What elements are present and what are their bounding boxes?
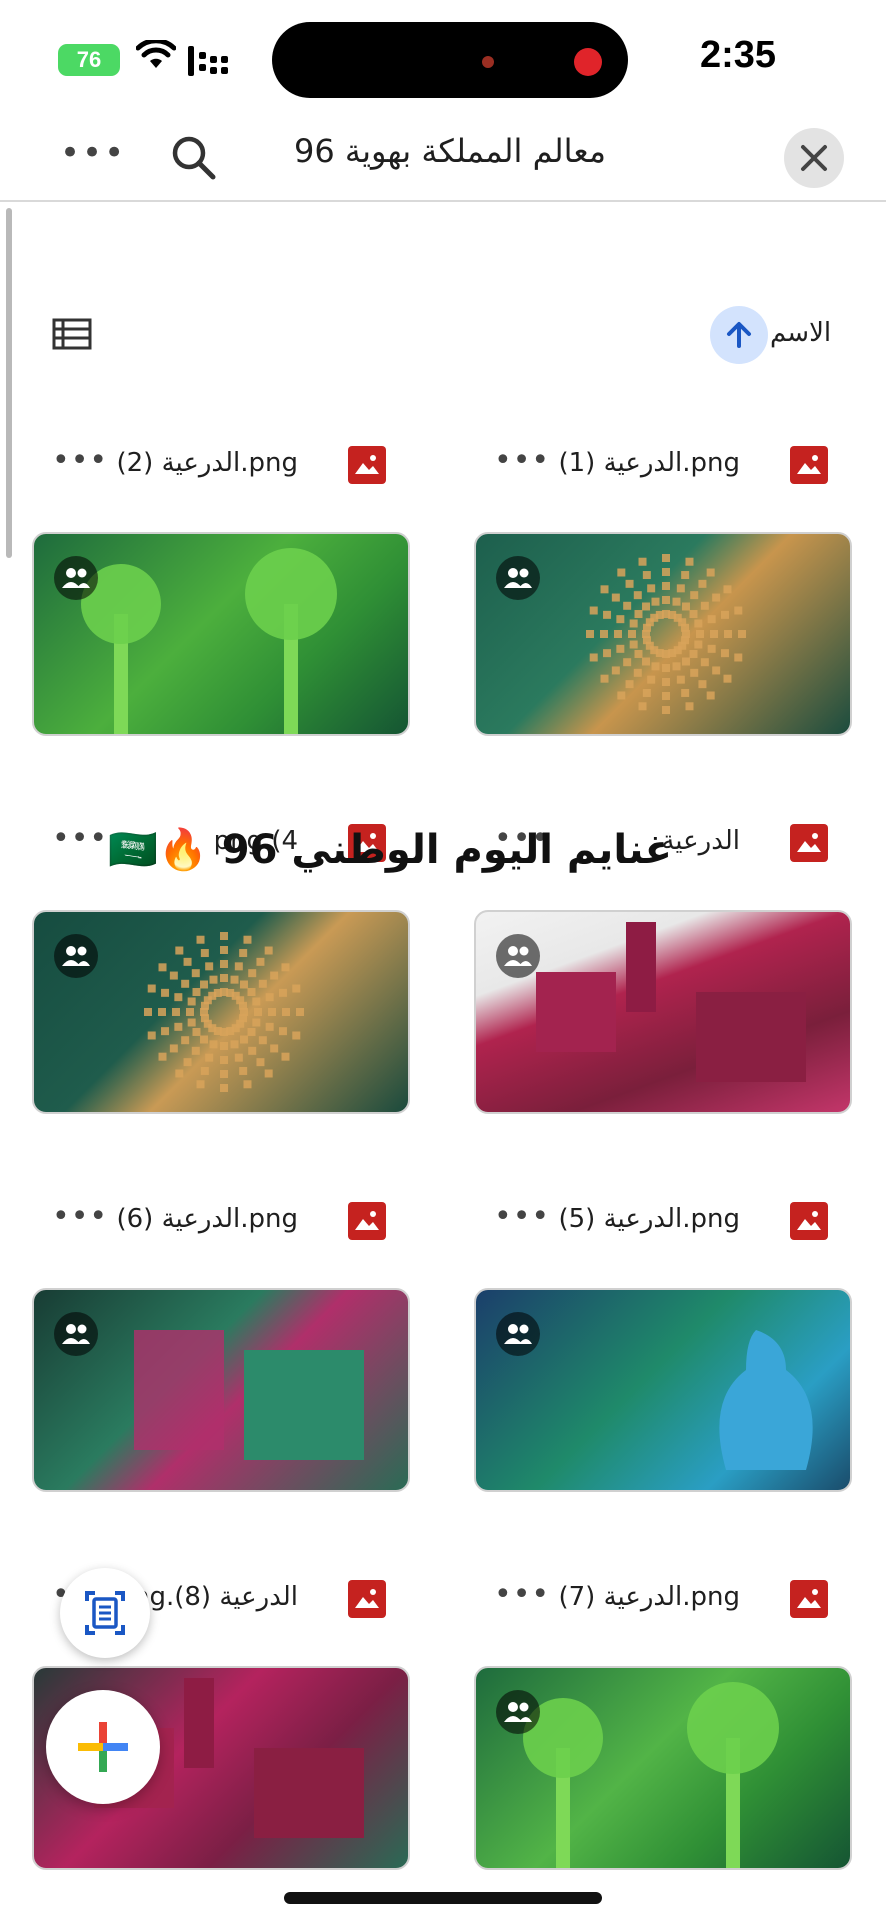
file-thumbnail[interactable]: [474, 1666, 852, 1870]
scan-document-button[interactable]: [60, 1568, 150, 1658]
status-bar: 76 2:35: [0, 0, 886, 120]
arrow-up-icon: [727, 322, 751, 348]
folder-title: معالم المملكة بهوية 96: [294, 132, 606, 170]
image-file-icon: [790, 446, 828, 484]
file-name: ng.(8) الدرعية: [133, 1582, 298, 1612]
document-scan-icon: [85, 1591, 125, 1635]
file-thumbnail[interactable]: [474, 532, 852, 736]
dynamic-island: [272, 22, 628, 98]
close-icon: [801, 145, 827, 171]
file-thumbnail[interactable]: [32, 910, 410, 1114]
image-file-icon: [790, 1580, 828, 1618]
sort-label[interactable]: الاسم: [770, 318, 831, 348]
more-horiz-icon: •••: [60, 133, 127, 173]
image-file-icon: [348, 1580, 386, 1618]
file-more-button[interactable]: •••: [52, 1202, 108, 1232]
image-file-icon: [348, 446, 386, 484]
add-plus-icon: [78, 1722, 128, 1772]
shared-people-icon: [54, 1312, 98, 1356]
file-more-button[interactable]: •••: [494, 1202, 550, 1232]
list-view-toggle[interactable]: [52, 318, 92, 354]
file-more-button[interactable]: •••: [52, 446, 108, 476]
shared-people-icon: [496, 556, 540, 600]
shared-people-icon: [496, 934, 540, 978]
file-thumbnail[interactable]: [32, 1288, 410, 1492]
file-thumbnail[interactable]: [474, 1288, 852, 1492]
file-more-button[interactable]: •••: [494, 446, 550, 476]
file-name: الدرعية (6).png: [116, 1204, 298, 1234]
file-card[interactable]: ••• الدرعية (6).png: [26, 1202, 410, 1492]
file-name: الدرعية (2).png: [116, 448, 298, 478]
battery-indicator: 76: [58, 44, 120, 76]
file-card[interactable]: ••• الدرعية (1).png: [468, 446, 852, 736]
sort-direction-button[interactable]: [710, 306, 768, 364]
shared-people-icon: [54, 934, 98, 978]
new-item-button[interactable]: [46, 1690, 160, 1804]
file-thumbnail[interactable]: [32, 532, 410, 736]
cellular-signal-icon: [188, 46, 228, 76]
file-name: الدرعية (5).png: [558, 1204, 740, 1234]
shared-people-icon: [496, 1690, 540, 1734]
image-file-icon: [790, 824, 828, 862]
file-thumbnail[interactable]: [474, 910, 852, 1114]
file-more-button[interactable]: •••: [494, 1580, 550, 1610]
file-more-button[interactable]: •••: [52, 824, 108, 854]
overlay-caption: غنايم اليوم الوطني 96 🔥🇸🇦: [108, 827, 672, 873]
scrollbar[interactable]: [6, 208, 12, 558]
image-file-icon: [790, 1202, 828, 1240]
battery-level: 76: [76, 47, 102, 72]
status-time: 2:35: [700, 34, 777, 76]
file-name: الدرعية: [661, 826, 740, 856]
more-options-button[interactable]: •••: [60, 136, 124, 174]
shared-people-icon: [54, 556, 98, 600]
close-button[interactable]: [784, 128, 844, 188]
file-card[interactable]: ••• الدرعية (7).png: [468, 1580, 852, 1870]
list-view-icon: [52, 318, 92, 350]
header-divider: [0, 200, 886, 202]
file-name: الدرعية (1).png: [558, 448, 740, 478]
image-file-icon: [348, 1202, 386, 1240]
wifi-icon: [136, 40, 176, 68]
file-name: الدرعية (7).png: [558, 1582, 740, 1612]
search-button[interactable]: [168, 132, 220, 184]
file-card[interactable]: ••• الدرعية (5).png: [468, 1202, 852, 1492]
file-card[interactable]: ••• الدرعية (2).png: [26, 446, 410, 736]
home-indicator: [284, 1892, 602, 1904]
shared-people-icon: [496, 1312, 540, 1356]
search-icon: [172, 136, 216, 180]
